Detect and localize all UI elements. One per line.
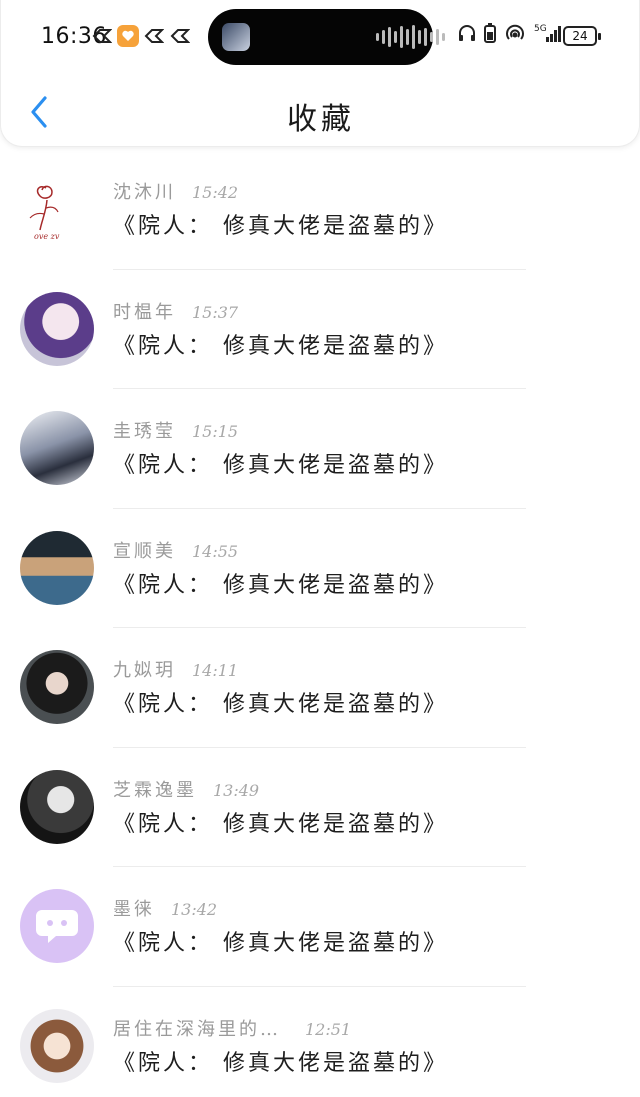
timestamp: 13:42 bbox=[171, 900, 218, 919]
message-text: 《院人： 修真大佬是盗墓的》 bbox=[113, 572, 448, 598]
app-notification-icon bbox=[117, 25, 139, 47]
audio-waveform-icon bbox=[376, 25, 445, 49]
avatar[interactable] bbox=[20, 650, 94, 724]
avatar[interactable] bbox=[20, 411, 94, 485]
message-text: 《院人： 修真大佬是盗墓的》 bbox=[113, 692, 448, 717]
contact-name: 沈沐川 bbox=[113, 182, 176, 203]
battery-icon: 24 bbox=[563, 26, 601, 46]
timestamp: 15:15 bbox=[192, 422, 239, 441]
message-text: 《院人： 修真大佬是盗墓的》 bbox=[113, 931, 448, 956]
favorites-page: 16:36 5G 24 收藏 ove zv 沈沐川 15:42 《院人： 修真大… bbox=[0, 0, 640, 1097]
avatar[interactable]: ove zv bbox=[20, 172, 94, 246]
notification-icons bbox=[91, 25, 191, 47]
message-text: 《院人： 修真大佬是盗墓的》 bbox=[113, 1050, 448, 1076]
list-item[interactable]: 宣顺美 14:55 《院人： 修真大佬是盗墓的》 bbox=[0, 509, 640, 628]
contact-name: 宣顺美 bbox=[113, 540, 176, 562]
svg-text:5G: 5G bbox=[534, 24, 547, 34]
status-bar: 16:36 5G 24 bbox=[1, 0, 640, 72]
timestamp: 14:55 bbox=[192, 541, 239, 561]
timestamp: 12:51 bbox=[305, 1019, 352, 1039]
contact-name: 墨徕 bbox=[113, 899, 155, 920]
list-item[interactable]: 时榅年 15:37 《院人： 修真大佬是盗墓的》 bbox=[0, 270, 640, 389]
message-text: 《院人： 修真大佬是盗墓的》 bbox=[113, 214, 448, 239]
timestamp: 14:11 bbox=[192, 661, 239, 680]
headphones-icon bbox=[457, 23, 477, 43]
message-text: 《院人： 修真大佬是盗墓的》 bbox=[113, 333, 448, 359]
list-item[interactable]: ove zv 沈沐川 15:42 《院人： 修真大佬是盗墓的》 bbox=[0, 150, 640, 270]
system-icons: 5G bbox=[457, 22, 564, 44]
notification-badge-icon bbox=[91, 25, 113, 47]
rose-avatar-icon: ove zv bbox=[29, 185, 60, 241]
dynamic-island[interactable] bbox=[208, 9, 445, 65]
notification-badge-icon bbox=[169, 25, 191, 47]
signal-5g-icon: 5G bbox=[534, 22, 564, 44]
timestamp: 15:37 bbox=[192, 302, 239, 322]
message-text: 《院人： 修真大佬是盗墓的》 bbox=[113, 453, 448, 478]
contact-name: 时榅年 bbox=[113, 301, 176, 323]
timestamp: 13:49 bbox=[213, 780, 260, 800]
avatar[interactable] bbox=[20, 530, 94, 605]
contact-name: 圭琇莹 bbox=[113, 421, 176, 442]
avatar[interactable] bbox=[20, 769, 94, 844]
contact-name: 芝霖逸墨 bbox=[113, 779, 197, 801]
navigation-bar: 收藏 bbox=[1, 80, 640, 144]
list-item[interactable]: 九姒玥 14:11 《院人： 修真大佬是盗墓的》 bbox=[0, 628, 640, 748]
phone-battery-icon bbox=[484, 23, 496, 43]
message-text: 《院人： 修真大佬是盗墓的》 bbox=[113, 811, 448, 837]
svg-text:ove zv: ove zv bbox=[34, 232, 60, 241]
notification-badge-icon bbox=[143, 25, 165, 47]
media-app-icon bbox=[222, 23, 250, 51]
chat-bubble-icon bbox=[36, 910, 78, 943]
contact-name: 九姒玥 bbox=[113, 660, 176, 681]
avatar[interactable] bbox=[20, 889, 94, 963]
timestamp: 15:42 bbox=[192, 183, 239, 202]
list-item[interactable]: 圭琇莹 15:15 《院人： 修真大佬是盗墓的》 bbox=[0, 389, 640, 509]
avatar[interactable] bbox=[20, 291, 94, 366]
list-item[interactable]: 居住在深海里的… 12:51 《院人： 修真大佬是盗墓的》 bbox=[0, 987, 640, 1097]
page-title: 收藏 bbox=[287, 102, 355, 137]
favorites-list: ove zv 沈沐川 15:42 《院人： 修真大佬是盗墓的》 时榅年 15:3… bbox=[0, 150, 640, 1097]
contact-name: 居住在深海里的… bbox=[113, 1018, 281, 1040]
hotspot-icon bbox=[503, 23, 527, 43]
avatar[interactable] bbox=[20, 1008, 94, 1083]
list-item[interactable]: 芝霖逸墨 13:49 《院人： 修真大佬是盗墓的》 bbox=[0, 748, 640, 867]
header-card: 16:36 5G 24 收藏 bbox=[0, 0, 640, 147]
list-item[interactable]: 墨徕 13:42 《院人： 修真大佬是盗墓的》 bbox=[0, 867, 640, 987]
